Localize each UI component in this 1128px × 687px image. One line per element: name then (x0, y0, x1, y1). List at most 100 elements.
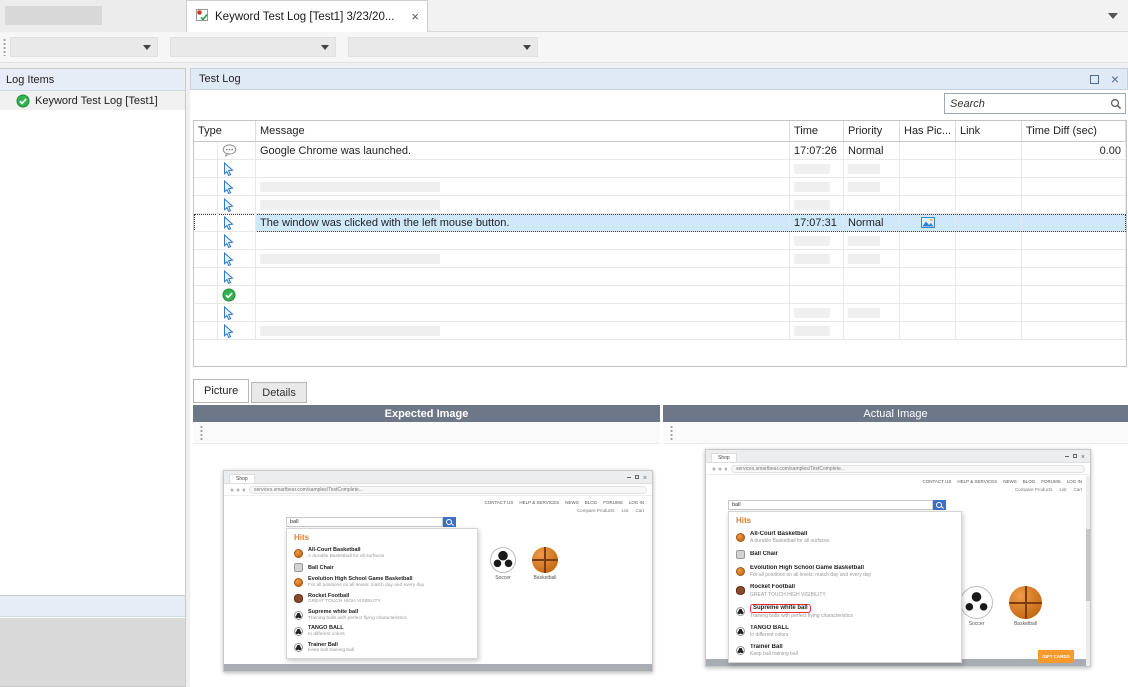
shop-search-button-icon (933, 500, 946, 510)
chevron-down-icon[interactable] (1108, 13, 1118, 19)
column-type[interactable]: Type (194, 121, 256, 141)
log-row[interactable] (194, 160, 1126, 178)
toolbar-grip[interactable] (3, 38, 6, 56)
shop-header-action: Cart (635, 508, 644, 513)
suggestion-desc: For all positions on all levels: match d… (750, 572, 871, 578)
test-log-header: Test Log × (190, 68, 1128, 90)
suggestion-item: TANGO BALLIn different colors (729, 622, 961, 641)
toolbar-grip[interactable] (200, 425, 203, 441)
toolbar-dropdown-3[interactable] (348, 37, 538, 57)
soccer-icon (294, 627, 303, 636)
column-time[interactable]: Time (790, 121, 844, 141)
football-icon (736, 586, 745, 595)
shop-nav-link: FORUMS (1041, 479, 1061, 484)
tree-item-keyword-test-log[interactable]: Keyword Test Log [Test1] (0, 91, 185, 110)
page-scrollbar (1086, 476, 1090, 666)
row-priority (844, 304, 900, 322)
row-time: 17:07:31 (790, 214, 844, 232)
row-time (790, 286, 844, 304)
tabbar-left-area (0, 0, 186, 32)
inactive-tab-placeholder[interactable] (5, 6, 102, 25)
basketball-icon (294, 578, 303, 587)
suggestion-name: Supreme white ball (750, 604, 811, 613)
suggestion-name: TANGO BALL (750, 625, 789, 632)
suggestion-name: Supreme white ball (308, 609, 407, 616)
column-time-diff[interactable]: Time Diff (sec) (1022, 121, 1126, 141)
tab-picture[interactable]: Picture (193, 379, 249, 403)
search-input[interactable] (945, 98, 1107, 110)
actual-image-toolbar (663, 422, 1128, 444)
basketball-image (1009, 586, 1042, 619)
log-row[interactable] (194, 232, 1126, 250)
bottom-tabs: Picture Details (193, 379, 307, 403)
suggestion-item: Ball Chair (287, 561, 477, 574)
row-time-diff (1022, 322, 1126, 340)
suggestion-desc: GREAT TOUCH HIGH VISIBILITY (750, 592, 826, 598)
log-row[interactable] (194, 196, 1126, 214)
shop-header-action: Compare Products (577, 508, 615, 513)
active-document-tab[interactable]: Keyword Test Log [Test1] 3/23/20... × (186, 0, 428, 32)
row-has-picture (900, 178, 956, 196)
toolbar-grip[interactable] (670, 425, 673, 441)
search-icon[interactable] (1107, 98, 1125, 110)
row-time (790, 322, 844, 340)
shop-nav-link: BLOG (585, 500, 598, 505)
suggestion-desc: Keep ball training ball (750, 651, 798, 657)
log-row[interactable] (194, 178, 1126, 196)
toolbar-dropdown-1[interactable] (10, 37, 158, 57)
shop-top-nav: CONTACT USHELP & SERVICESNEWSBLOGFORUMSL… (923, 479, 1082, 484)
shop-header-action: List (621, 508, 628, 513)
tab-close-icon[interactable]: × (411, 10, 419, 23)
row-time (790, 160, 844, 178)
football-icon (294, 594, 303, 603)
basketball-icon (736, 533, 745, 542)
column-link[interactable]: Link (956, 121, 1022, 141)
row-type-icon (194, 304, 256, 322)
product-cards: Soccer Basketball (490, 547, 558, 581)
log-row[interactable] (194, 322, 1126, 340)
log-row[interactable] (194, 268, 1126, 286)
tab-title: Keyword Test Log [Test1] 3/23/20... (215, 11, 394, 23)
row-message: The window was clicked with the left mou… (256, 214, 790, 232)
row-time (790, 304, 844, 322)
row-type-icon (194, 178, 256, 196)
column-priority[interactable]: Priority (844, 121, 900, 141)
log-row[interactable] (194, 286, 1126, 304)
suggestion-item: Evolution High School Game BasketballFor… (729, 562, 961, 581)
log-row[interactable]: Google Chrome was launched.17:07:26Norma… (194, 142, 1126, 160)
row-has-picture (900, 304, 956, 322)
toolbar-dropdown-2[interactable] (170, 37, 336, 57)
page-footer (224, 664, 652, 671)
browser-url: services.smartbear.com/samples/TestCompl… (736, 466, 845, 472)
row-priority (844, 232, 900, 250)
suggestion-item: TANGO BALLIn different colors (287, 623, 477, 639)
shop-page: CONTACT USHELP & SERVICESNEWSBLOGFORUMSL… (706, 476, 1090, 666)
browser-addressbar: services.smartbear.com/samples/TestCompl… (706, 463, 1090, 475)
shop-search: ball (728, 500, 946, 510)
close-panel-icon[interactable]: × (1111, 72, 1119, 86)
shop-nav-link: HELP & SERVICES (957, 479, 997, 484)
suggestion-name: TANGO BALL (308, 625, 345, 632)
row-priority: Normal (844, 142, 900, 160)
suggestion-item: Rocket FootballGREAT TOUCH HIGH VISIBILI… (287, 591, 477, 607)
row-type-icon (194, 322, 256, 340)
row-link (956, 268, 1022, 286)
column-has-picture[interactable]: Has Pic... (900, 121, 956, 141)
soccer-icon (736, 627, 745, 636)
shop-header-action: List (1059, 487, 1066, 492)
row-message (256, 286, 790, 304)
suggestion-desc: A durable Basketball for all surfaces (308, 554, 384, 560)
row-type-icon (194, 160, 256, 178)
row-has-picture (900, 160, 956, 178)
row-link (956, 232, 1022, 250)
row-time-diff (1022, 268, 1126, 286)
log-row[interactable] (194, 304, 1126, 322)
row-type-icon (194, 214, 256, 232)
log-row[interactable]: The window was clicked with the left mou… (194, 214, 1126, 232)
row-message (256, 160, 790, 178)
column-message[interactable]: Message (256, 121, 790, 141)
log-row[interactable] (194, 250, 1126, 268)
tab-details[interactable]: Details (251, 382, 307, 403)
shop-header-action: Cart (1073, 487, 1082, 492)
float-window-icon[interactable] (1090, 75, 1099, 84)
